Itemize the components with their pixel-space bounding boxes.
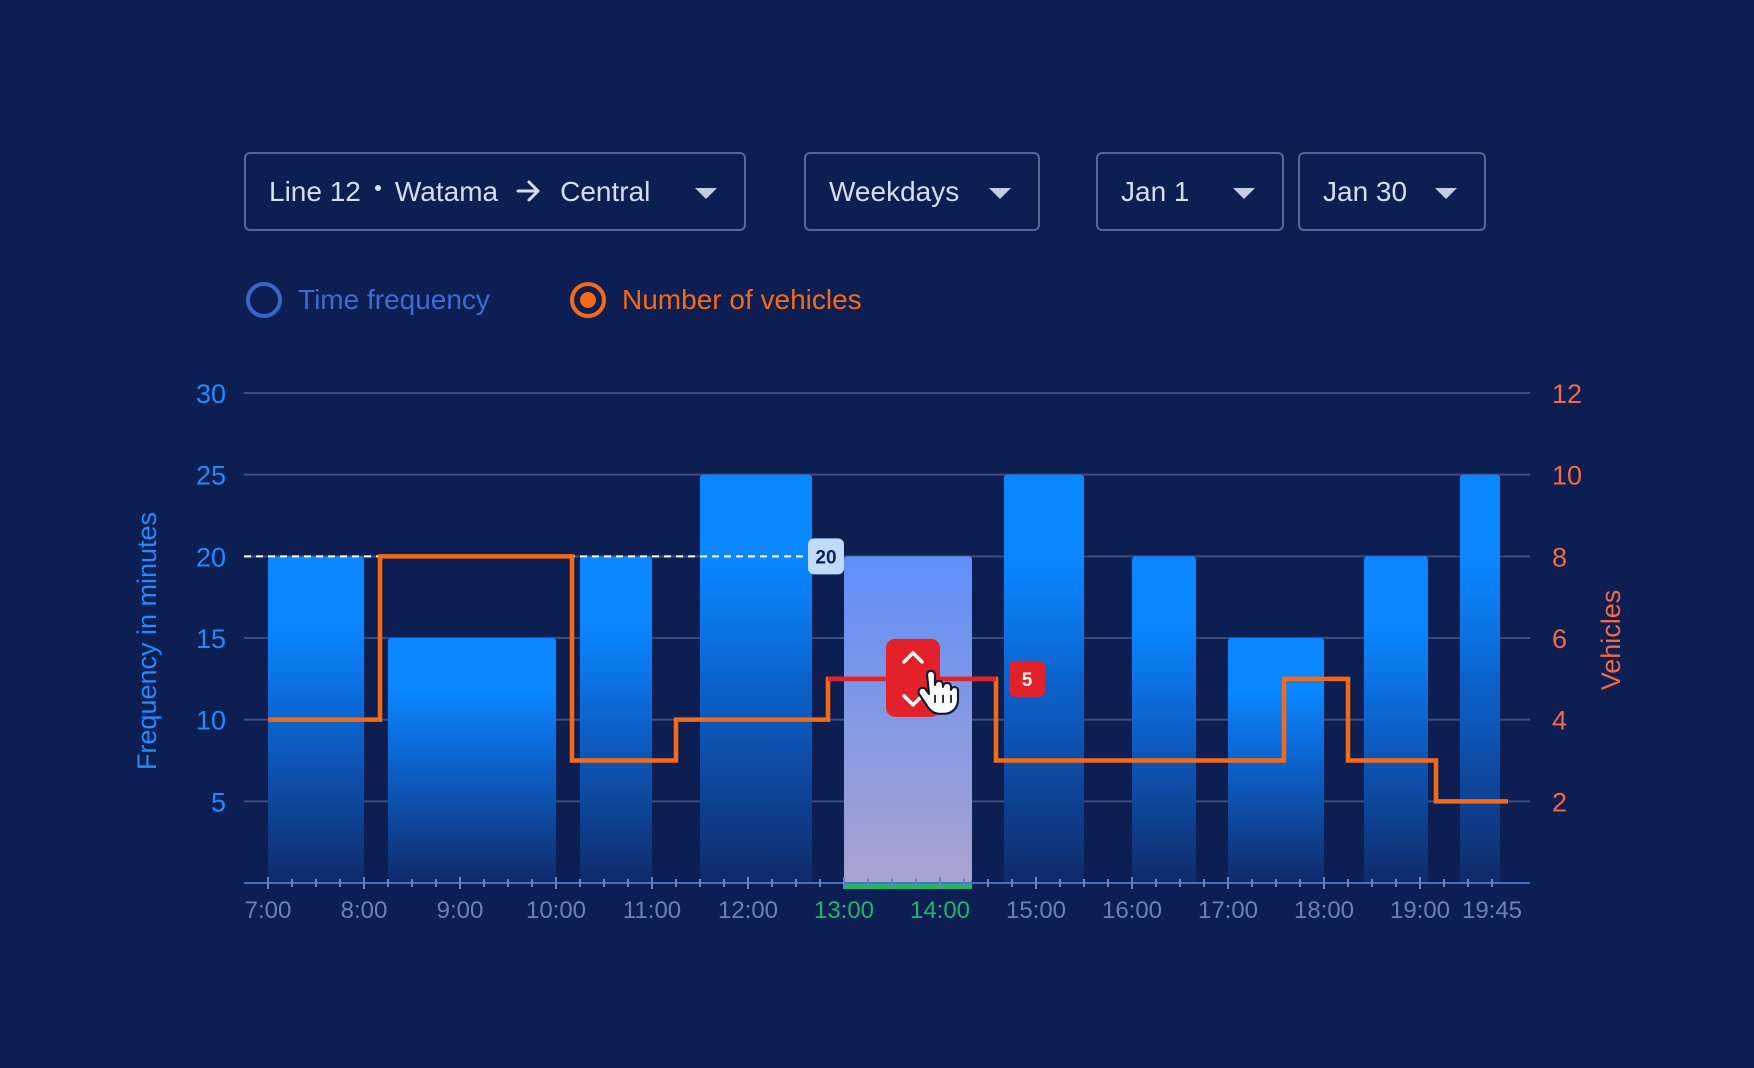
x-tick-label: 8:00 — [341, 897, 388, 924]
x-tick-label: 14:00 — [910, 897, 970, 924]
right-tick-label: 6 — [1552, 624, 1567, 654]
right-tick-label: 12 — [1552, 379, 1582, 409]
x-tick-label: 16:00 — [1102, 897, 1162, 924]
right-tick-label: 4 — [1552, 706, 1567, 736]
left-axis-title: Frequency in minutes — [132, 512, 162, 770]
x-tick-label: 18:00 — [1294, 897, 1354, 924]
frequency-chart: 20 7:00 8:00 9:00 10:00 11:00 12:00 13:00 14:00… — [132, 379, 1626, 924]
chart-dashboard: Line 12 Watama Central Weekdays Jan 1 Ja… — [0, 0, 1754, 1068]
left-tick-label: 25 — [196, 461, 226, 491]
x-tick-label: 17:00 — [1198, 897, 1258, 924]
right-tick-label: 2 — [1552, 787, 1567, 817]
frequency-bar[interactable] — [1132, 556, 1196, 883]
selected-frequency-bar[interactable] — [844, 556, 972, 883]
right-tick-label: 10 — [1552, 461, 1582, 491]
frequency-bar[interactable] — [388, 638, 556, 883]
x-tick-label: 12:00 — [718, 897, 778, 924]
x-tick-label: 7:00 — [245, 897, 292, 924]
left-tick-label: 20 — [196, 542, 226, 572]
left-tick-label: 30 — [196, 379, 226, 409]
x-tick-label: 11:00 — [623, 897, 681, 924]
x-tick-label: 19:45 — [1462, 897, 1522, 924]
frequency-value-badge-label: 20 — [815, 547, 836, 568]
right-tick-label: 8 — [1552, 542, 1567, 572]
x-tick-label: 15:00 — [1006, 897, 1066, 924]
x-tick-label: 10:00 — [526, 897, 586, 924]
x-tick-label: 9:00 — [437, 897, 484, 924]
x-tick-label: 13:00 — [814, 897, 874, 924]
frequency-bar[interactable] — [700, 474, 812, 883]
right-axis-title: Vehicles — [1596, 590, 1626, 691]
left-tick-label: 10 — [196, 706, 226, 736]
x-tick-label: 19:00 — [1390, 897, 1450, 924]
frequency-bar[interactable] — [1364, 556, 1428, 883]
frequency-bar[interactable] — [580, 556, 652, 883]
left-tick-label: 5 — [211, 787, 226, 817]
frequency-bar[interactable] — [1460, 474, 1500, 883]
left-tick-label: 15 — [196, 624, 226, 654]
vehicles-value-badge-label: 5 — [1022, 670, 1033, 691]
